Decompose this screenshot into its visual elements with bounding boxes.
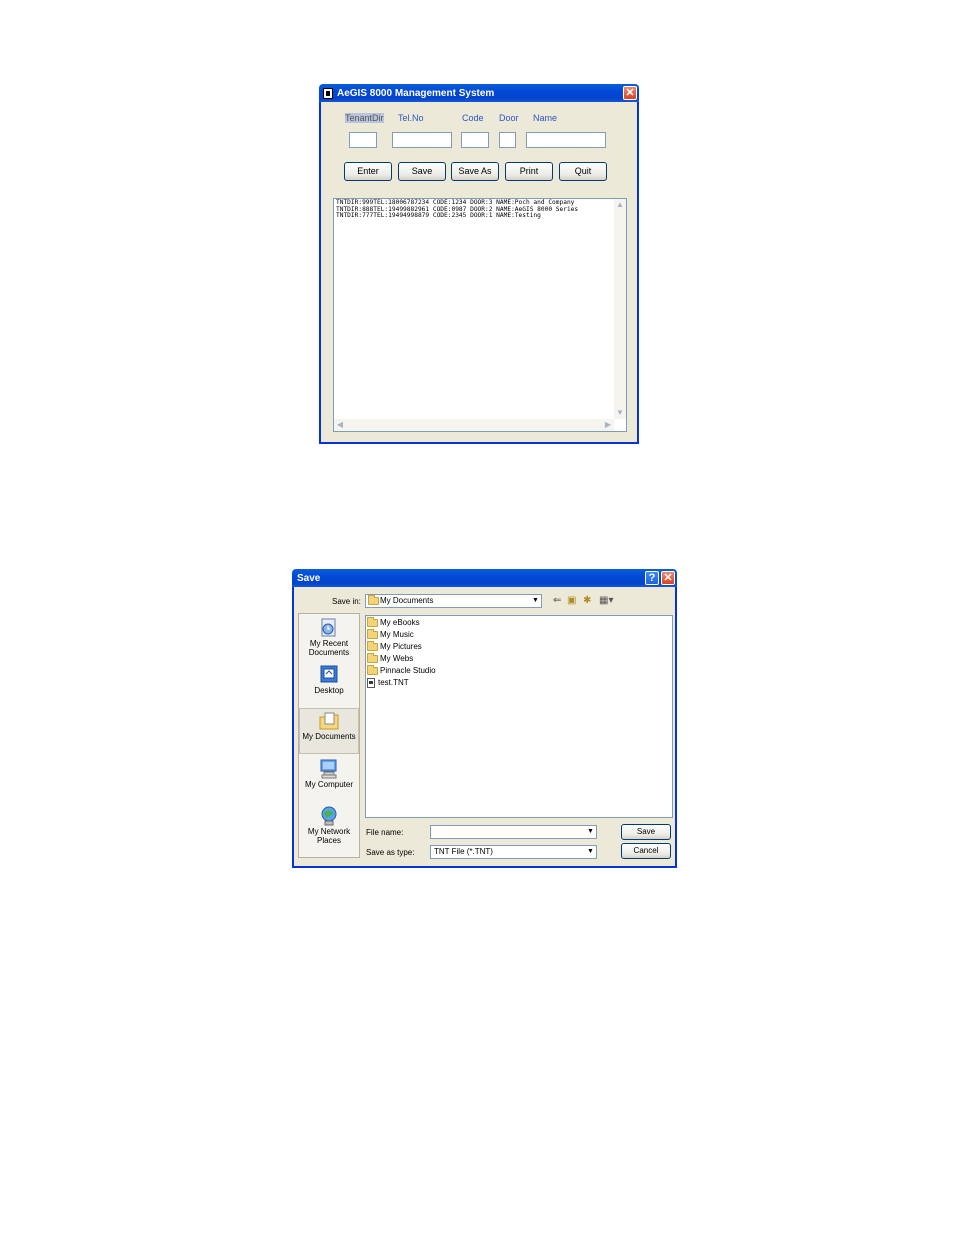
save-as-button[interactable]: Save As xyxy=(451,162,499,181)
place-label: My Recent xyxy=(309,639,349,648)
place-label: Places xyxy=(316,836,341,845)
window-title: AeGIS 8000 Management System xyxy=(337,87,495,99)
place-label: Documents xyxy=(308,648,350,657)
list-item[interactable]: test.TNT xyxy=(367,677,409,689)
folder-icon xyxy=(367,617,378,627)
view-menu-icon[interactable]: ▦▾ xyxy=(599,595,613,606)
file-name-label: File name: xyxy=(366,828,404,837)
name-input[interactable] xyxy=(526,132,606,148)
chevron-down-icon[interactable]: ▼ xyxy=(585,846,596,858)
music-folder-icon xyxy=(367,629,378,639)
tenantdir-input[interactable] xyxy=(349,132,377,148)
file-name: Pinnacle Studio xyxy=(380,666,436,675)
document-icon xyxy=(367,678,375,688)
telno-input[interactable] xyxy=(392,132,452,148)
place-recent-documents[interactable]: My Recent Documents xyxy=(299,616,359,657)
place-network[interactable]: My Network Places xyxy=(299,804,359,845)
scroll-down-icon[interactable]: ▼ xyxy=(614,407,626,419)
file-name: My Music xyxy=(380,630,414,639)
place-my-documents[interactable]: My Documents xyxy=(299,708,359,754)
back-icon[interactable]: ⇐ xyxy=(553,595,561,606)
save-in-label: Save in: xyxy=(332,597,361,606)
memo-line: TNTDIR:777TEL:19494998879 CODE:2345 DOOR… xyxy=(336,212,541,219)
memo-lines: TNTDIR:999TEL:18006787234 CODE:1234 DOOR… xyxy=(336,199,578,220)
file-name: My eBooks xyxy=(380,618,420,627)
vertical-scrollbar[interactable]: ▲ ▼ xyxy=(614,199,626,419)
chevron-down-icon[interactable]: ▼ xyxy=(585,826,596,838)
file-name-input[interactable]: ▼ xyxy=(430,825,597,839)
scroll-up-icon[interactable]: ▲ xyxy=(614,199,626,211)
close-button[interactable]: ✕ xyxy=(661,571,675,585)
cancel-button[interactable]: Cancel xyxy=(621,843,671,859)
save-in-dropdown[interactable]: My Documents ▼ xyxy=(365,594,542,608)
folder-icon xyxy=(367,653,378,663)
folder-icon xyxy=(367,665,378,675)
place-label: Desktop xyxy=(314,686,344,695)
save-as-type-dropdown[interactable]: TNT File (*.TNT) ▼ xyxy=(430,845,597,859)
place-label: My Documents xyxy=(302,732,356,741)
new-folder-icon[interactable]: ✱ xyxy=(583,595,591,606)
my-computer-icon xyxy=(318,759,340,779)
pictures-folder-icon xyxy=(367,641,378,651)
save-in-value: My Documents xyxy=(380,596,434,605)
place-desktop[interactable]: Desktop xyxy=(299,663,359,695)
places-bar: My Recent Documents Desktop My Documents… xyxy=(298,613,360,858)
management-window: AeGIS 8000 Management System ✕ TenantDir… xyxy=(319,84,639,444)
place-my-computer[interactable]: My Computer xyxy=(299,757,359,789)
list-item[interactable]: My Webs xyxy=(367,653,413,665)
horizontal-scrollbar[interactable]: ◀ ▶ xyxy=(334,419,614,431)
save-button[interactable]: Save xyxy=(398,162,446,181)
save-button[interactable]: Save xyxy=(621,824,671,840)
list-item[interactable]: My Music xyxy=(367,629,414,641)
door-label: Door xyxy=(499,113,519,123)
quit-button[interactable]: Quit xyxy=(559,162,607,181)
place-label: My Network xyxy=(307,827,351,836)
save-dialog: Save ? ✕ Save in: My Documents ▼ ⇐ ▣ ✱ ▦… xyxy=(292,569,677,868)
code-input[interactable] xyxy=(461,132,489,148)
file-name: My Webs xyxy=(380,654,414,663)
file-name: My Pictures xyxy=(380,642,422,651)
tenantdir-label: TenantDir xyxy=(345,113,384,123)
chevron-down-icon[interactable]: ▼ xyxy=(530,595,541,607)
place-label: My Computer xyxy=(304,780,353,789)
network-places-icon xyxy=(318,806,340,826)
my-documents-icon xyxy=(318,711,340,731)
code-label: Code xyxy=(462,113,484,123)
name-label: Name xyxy=(533,113,558,123)
close-button[interactable]: ✕ xyxy=(623,86,637,100)
save-as-type-value: TNT File (*.TNT) xyxy=(434,847,493,856)
save-title-bar[interactable]: Save ? ✕ xyxy=(292,569,677,587)
folder-icon xyxy=(368,595,379,605)
records-memo[interactable]: TNTDIR:999TEL:18006787234 CODE:1234 DOOR… xyxy=(333,198,627,432)
title-bar[interactable]: AeGIS 8000 Management System ✕ xyxy=(319,84,639,102)
list-item[interactable]: Pinnacle Studio xyxy=(367,665,436,677)
door-input[interactable] xyxy=(499,132,516,148)
save-dialog-title: Save xyxy=(297,572,321,584)
help-button[interactable]: ? xyxy=(645,571,659,585)
enter-button[interactable]: Enter xyxy=(344,162,392,181)
scroll-left-icon[interactable]: ◀ xyxy=(334,419,346,431)
scroll-right-icon[interactable]: ▶ xyxy=(602,419,614,431)
recent-documents-icon xyxy=(318,618,340,638)
up-folder-icon[interactable]: ▣ xyxy=(567,595,576,606)
file-list[interactable]: My eBooks My Music My Pictures My Webs P… xyxy=(365,615,673,818)
save-as-type-label: Save as type: xyxy=(366,848,415,857)
app-icon xyxy=(323,87,333,99)
print-button[interactable]: Print xyxy=(505,162,553,181)
desktop-icon xyxy=(318,665,340,685)
file-name: test.TNT xyxy=(378,678,409,687)
list-item[interactable]: My eBooks xyxy=(367,617,420,629)
telno-label: Tel.No xyxy=(398,113,424,123)
list-item[interactable]: My Pictures xyxy=(367,641,422,653)
